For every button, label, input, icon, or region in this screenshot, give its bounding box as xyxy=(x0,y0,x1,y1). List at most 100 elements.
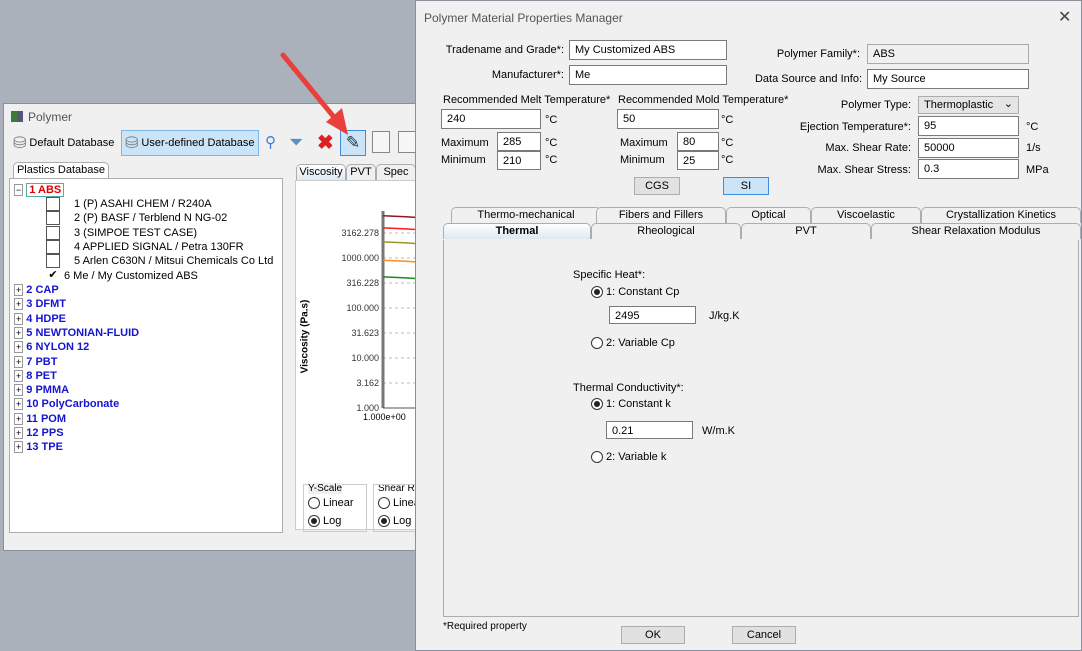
tree-group[interactable]: +7 PBT xyxy=(14,355,57,369)
copy-icon[interactable] xyxy=(372,131,390,153)
chevron-down-icon: ⌄ xyxy=(1003,98,1013,110)
mold-min-input[interactable]: 25 xyxy=(677,151,719,170)
expand-icon[interactable]: + xyxy=(14,369,24,382)
cgs-button[interactable]: CGS xyxy=(634,177,680,195)
user-database-button[interactable]: ⛁ User-defined Database xyxy=(121,130,259,156)
cancel-button[interactable]: Cancel xyxy=(732,626,796,644)
mold-max-input[interactable]: 80 xyxy=(677,132,719,151)
expand-icon[interactable]: + xyxy=(14,412,24,425)
expand-icon[interactable]: + xyxy=(14,398,24,411)
cp-input[interactable]: 2495 xyxy=(609,306,696,324)
tree-group[interactable]: +11 POM xyxy=(14,412,66,426)
database-icon: ⛁ xyxy=(13,135,27,152)
expand-icon[interactable]: + xyxy=(14,384,24,397)
variable-cp-radio[interactable]: 2: Variable Cp xyxy=(591,337,675,349)
material-properties-dialog: Polymer Material Properties Manager ✕ Tr… xyxy=(415,0,1082,651)
checkbox[interactable] xyxy=(46,239,60,254)
tab-crystallization-kinetics[interactable]: Crystallization Kinetics xyxy=(921,207,1081,223)
shear-linear-radio[interactable]: Linea xyxy=(378,497,420,509)
tab-shear-relaxation-modulus[interactable]: Shear Relaxation Modulus xyxy=(871,223,1081,239)
database-user-icon: ⛁ xyxy=(125,135,139,152)
mold-temp-input[interactable]: 50 xyxy=(617,109,719,129)
tree-group[interactable]: +9 PMMA xyxy=(14,383,69,397)
melt-max-input[interactable]: 285 xyxy=(497,132,541,151)
required-note: *Required property xyxy=(443,621,527,632)
melt-min-input[interactable]: 210 xyxy=(497,151,541,170)
tab-optical[interactable]: Optical xyxy=(726,207,811,223)
tree-group[interactable]: +3 DFMT xyxy=(14,297,66,311)
tab-spec[interactable]: Spec xyxy=(376,164,416,180)
tab-thermal[interactable]: Thermal xyxy=(443,223,591,239)
si-button[interactable]: SI xyxy=(723,177,769,195)
checkbox[interactable] xyxy=(46,225,60,240)
expand-icon[interactable]: + xyxy=(14,441,24,454)
collapse-icon[interactable]: − xyxy=(14,184,24,196)
tree-item[interactable]: 3 (SIMPOE TEST CASE) xyxy=(46,225,197,240)
close-icon[interactable]: ✕ xyxy=(1058,7,1071,27)
y-tick-label: 1000.000 xyxy=(341,253,379,263)
tree-item[interactable]: 1 (P) ASAHI CHEM / R240A xyxy=(46,197,212,212)
ok-button[interactable]: OK xyxy=(621,626,685,644)
tree-group[interactable]: +13 TPE xyxy=(14,440,63,454)
tree-group-abs[interactable]: −1 ABS xyxy=(14,183,65,197)
tradename-input[interactable]: My Customized ABS xyxy=(569,40,727,60)
checkbox[interactable] xyxy=(46,211,60,226)
mold-temp-label: Recommended Mold Temperature* xyxy=(618,94,789,106)
constant-k-radio[interactable]: 1: Constant k xyxy=(591,398,671,410)
tree-group[interactable]: +5 NEWTONIAN-FLUID xyxy=(14,326,139,340)
tree-group[interactable]: +10 PolyCarbonate xyxy=(14,397,119,411)
tree-group[interactable]: +8 PET xyxy=(14,369,57,383)
tab-fibers-and-fillers[interactable]: Fibers and Fillers xyxy=(596,207,726,223)
tree-group[interactable]: +12 PPS xyxy=(14,426,64,440)
tab-viscosity[interactable]: Viscosity xyxy=(296,164,346,180)
tab-thermo-mechanical[interactable]: Thermo-mechanical xyxy=(451,207,601,223)
expand-icon[interactable]: + xyxy=(14,298,24,311)
tree-item[interactable]: ✔ 6 Me / My Customized ABS xyxy=(46,269,198,283)
variable-k-radio[interactable]: 2: Variable k xyxy=(591,451,666,463)
paste-icon[interactable] xyxy=(398,131,416,153)
annotation-arrow xyxy=(280,52,348,135)
max-shear-rate-input[interactable]: 50000 xyxy=(918,138,1019,158)
y-tick-label: 10.000 xyxy=(351,353,379,363)
dialog-title: Polymer Material Properties Manager xyxy=(424,11,623,25)
family-input: ABS xyxy=(867,44,1029,64)
default-database-button[interactable]: ⛁ Default Database xyxy=(10,130,117,156)
tab-viscoelastic[interactable]: Viscoelastic xyxy=(811,207,921,223)
shear-log-radio[interactable]: Log xyxy=(378,515,411,527)
yscale-log-radio[interactable]: Log xyxy=(308,515,341,527)
k-input[interactable]: 0.21 xyxy=(606,421,693,439)
polymer-type-select[interactable]: Thermoplastic ⌄ xyxy=(918,96,1019,114)
tab-rheological[interactable]: Rheological xyxy=(591,223,741,239)
tree-group[interactable]: +6 NYLON 12 xyxy=(14,340,89,354)
tab-plastics-database[interactable]: Plastics Database xyxy=(13,162,109,178)
tree-group[interactable]: +4 HDPE xyxy=(14,312,66,326)
tab-pvt[interactable]: PVT xyxy=(346,164,376,180)
y-tick-label: 31.623 xyxy=(351,328,379,338)
y-tick-label: 316.228 xyxy=(346,278,379,288)
polymer-window: Polymer ⛁ Default Database ⛁ User-define… xyxy=(3,103,437,551)
checkbox[interactable]: ✔ xyxy=(46,269,60,283)
expand-icon[interactable]: + xyxy=(14,355,24,368)
tab-pvt[interactable]: PVT xyxy=(741,223,871,239)
max-shear-stress-input[interactable]: 0.3 xyxy=(918,159,1019,179)
tree-item[interactable]: 4 APPLIED SIGNAL / Petra 130FR xyxy=(46,239,244,254)
source-input[interactable]: My Source xyxy=(867,69,1029,89)
yscale-linear-radio[interactable]: Linear xyxy=(308,497,354,509)
tree-item[interactable]: 5 Arlen C630N / Mitsui Chemicals Co Ltd xyxy=(46,254,273,269)
tree-item[interactable]: 2 (P) BASF / Terblend N NG-02 xyxy=(46,211,227,226)
expand-icon[interactable]: + xyxy=(14,312,24,325)
expand-icon[interactable]: + xyxy=(14,341,24,354)
checkbox[interactable] xyxy=(46,197,60,212)
constant-cp-radio[interactable]: 1: Constant Cp xyxy=(591,286,679,298)
manufacturer-input[interactable]: Me xyxy=(569,65,727,85)
expand-icon[interactable]: + xyxy=(14,284,24,296)
thermal-panel: Specific Heat*: 1: Constant Cp 2495 J/kg… xyxy=(443,240,1079,617)
ejection-temp-input[interactable]: 95 xyxy=(918,116,1019,136)
expand-icon[interactable]: + xyxy=(14,427,24,439)
checkbox[interactable] xyxy=(46,254,60,269)
y-tick-label: 100.000 xyxy=(346,303,379,313)
expand-icon[interactable]: + xyxy=(14,326,24,339)
melt-temp-input[interactable]: 240 xyxy=(441,109,541,129)
tree-panel: −1 ABS 1 (P) ASAHI CHEM / R240A 2 (P) BASF… xyxy=(9,178,283,533)
tree-group[interactable]: +2 CAP xyxy=(14,283,59,297)
